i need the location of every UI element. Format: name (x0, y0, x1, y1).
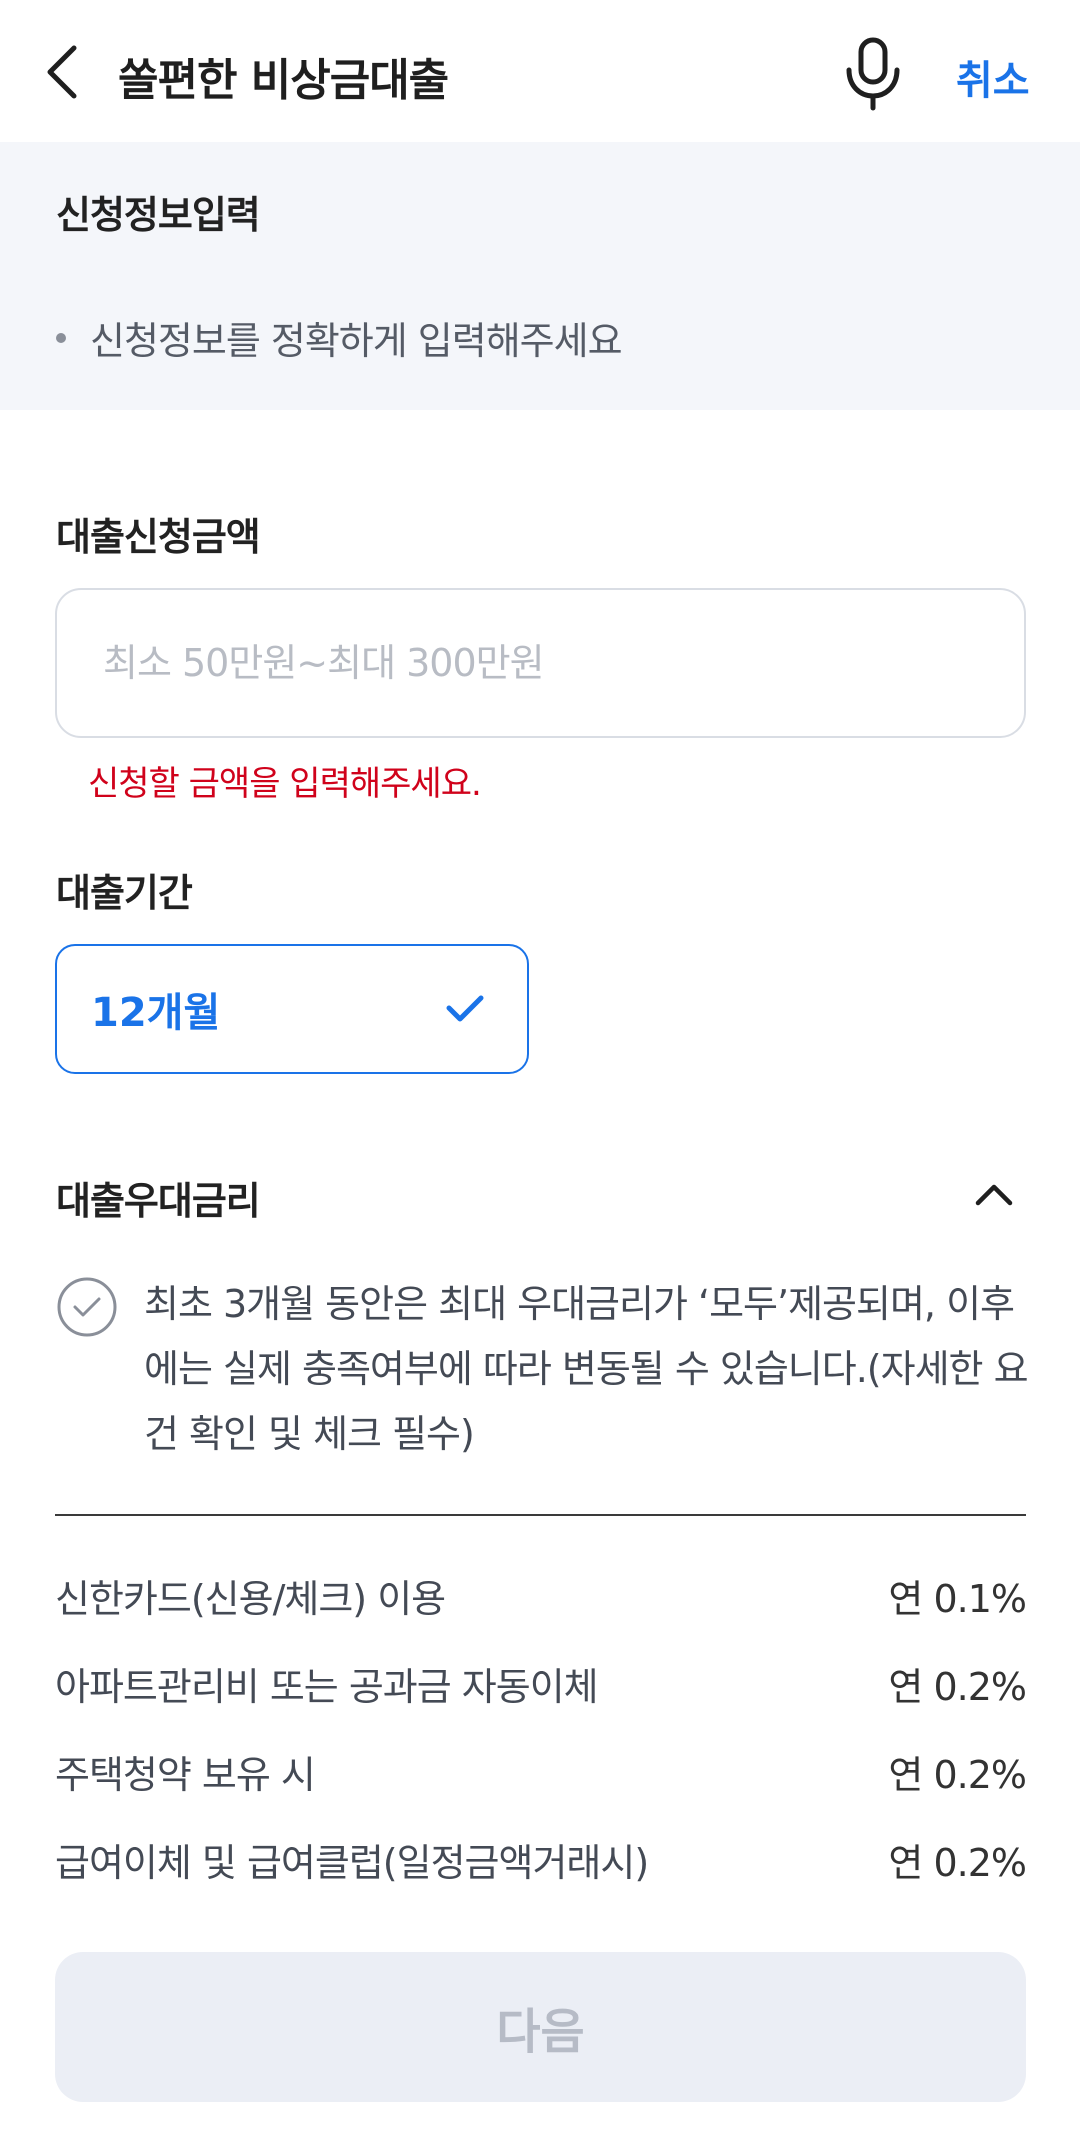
consent-text: 최초 3개월 동안은 최대 우대금리가 ‘모두’제공되며, 이후에는 실제 충족… (144, 1282, 1029, 1456)
rate-item-name: 신한카드(신용/체크) 이용 (55, 1577, 446, 1621)
info-bullet-text: 신청정보를 정확하게 입력해주세요 (90, 319, 623, 363)
rate-item-value: 연 0.2% (888, 1753, 1027, 1797)
amount-label: 대출신청금액 (56, 515, 261, 559)
period-label: 대출기간 (56, 871, 193, 915)
rate-item: 신한카드(신용/체크) 이용 연 0.1% (55, 1568, 1027, 1623)
collapse-toggle[interactable] (970, 1170, 1018, 1218)
info-notice: 신청정보입력 신청정보를 정확하게 입력해주세요 (0, 142, 1080, 410)
divider (55, 1514, 1026, 1516)
cancel-button[interactable]: 취소 (956, 48, 1030, 106)
microphone-icon (846, 37, 900, 111)
info-bullet: 신청정보를 정확하게 입력해주세요 (56, 310, 623, 365)
chevron-left-icon (47, 45, 77, 99)
period-select[interactable]: 12개월 (55, 944, 529, 1074)
rate-item-value: 연 0.2% (888, 1665, 1027, 1709)
rate-item-name: 주택청약 보유 시 (55, 1753, 316, 1797)
rate-item: 주택청약 보유 시 연 0.2% (55, 1744, 1027, 1799)
bullet-dot-icon (56, 332, 66, 343)
top-app-bar: 쏠편한 비상금대출 취소 (0, 0, 1080, 142)
section-title: 신청정보입력 (56, 193, 261, 237)
loan-application-screen: 쏠편한 비상금대출 취소 신청정보입력 신청정보를 정확하게 입력해주세요 대출… (0, 0, 1080, 2138)
rate-item: 급여이체 및 급여클럽(일정금액거래시) 연 0.2% (55, 1832, 1027, 1887)
amount-error-message: 신청할 금액을 입력해주세요. (88, 764, 482, 804)
amount-field[interactable] (55, 588, 1026, 738)
rate-item-value: 연 0.2% (888, 1841, 1027, 1885)
voice-input-button[interactable] (838, 36, 908, 112)
rate-item: 아파트관리비 또는 공과금 자동이체 연 0.2% (55, 1656, 1027, 1711)
next-button[interactable]: 다음 (55, 1952, 1026, 2102)
circle-check-icon[interactable] (56, 1276, 118, 1338)
rate-item-name: 아파트관리비 또는 공과금 자동이체 (55, 1665, 599, 1709)
checkmark-icon (446, 995, 484, 1022)
rate-item-name: 급여이체 및 급여클럽(일정금액거래시) (55, 1841, 649, 1885)
amount-input[interactable] (103, 641, 1024, 685)
back-button[interactable] (42, 40, 102, 104)
rate-item-value: 연 0.1% (888, 1577, 1027, 1621)
preferential-rate-label: 대출우대금리 (56, 1179, 261, 1223)
page-title: 쏠편한 비상금대출 (118, 55, 449, 106)
period-selected-value: 12개월 (91, 990, 221, 1036)
chevron-up-icon (975, 1184, 1013, 1206)
